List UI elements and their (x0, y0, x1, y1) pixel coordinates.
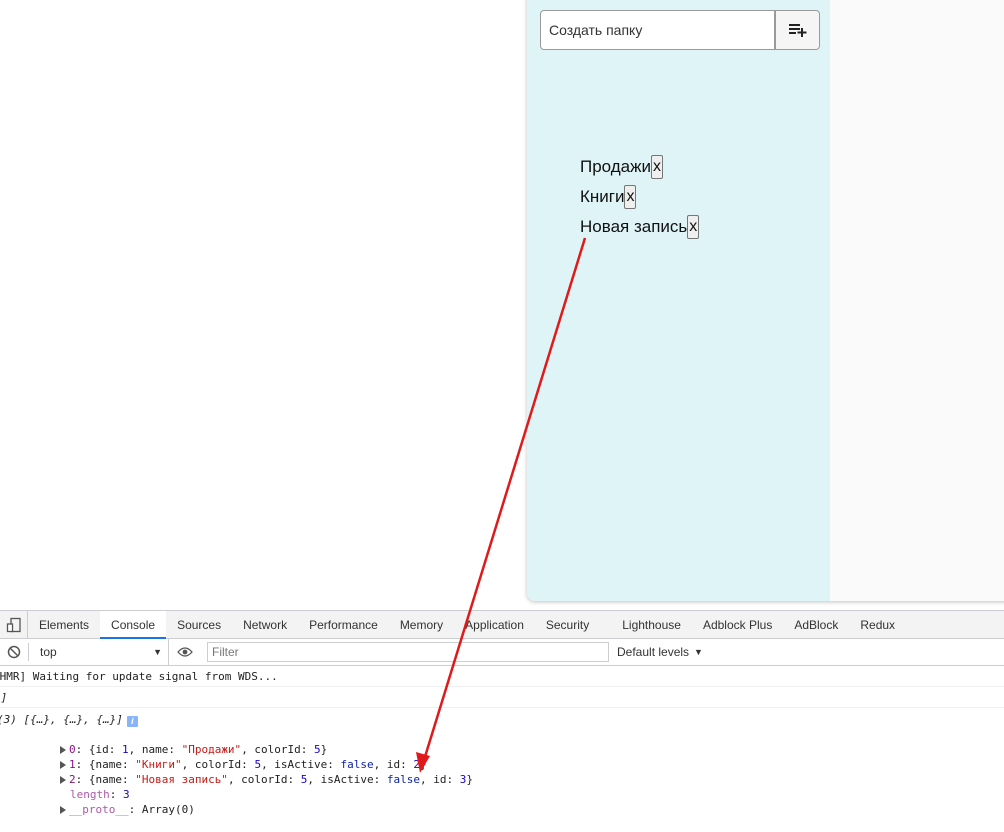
entry-index: 1 (68, 758, 76, 771)
tab-sources[interactable]: Sources (166, 611, 232, 638)
property-value: 3 (122, 788, 130, 801)
console-message-text: [HMR] Waiting for update signal from WDS… (0, 670, 278, 683)
folders-card: Продажиx Книгиx Новая записьx (527, 0, 1004, 601)
clear-console-icon[interactable] (0, 639, 28, 666)
tab-adblock[interactable]: AdBlock (783, 611, 849, 638)
entry-string: "Новая запись" (135, 773, 228, 786)
expand-triangle-icon[interactable] (59, 776, 66, 784)
delete-folder-button[interactable]: x (687, 215, 700, 239)
entry-text: : {id: (75, 743, 122, 756)
devtools-panel: Elements Console Sources Network Perform… (0, 610, 1004, 816)
entry-boolean: false (386, 773, 421, 786)
console-message: [] (0, 687, 1004, 708)
expand-triangle-icon[interactable] (59, 746, 66, 754)
console-filter-input[interactable] (207, 642, 609, 662)
folder-name[interactable]: Новая запись (580, 217, 687, 237)
array-entry-row[interactable]: 0: {id: 1, name: "Продажи", colorId: 5} (0, 727, 1004, 756)
device-toggle-icon[interactable] (0, 611, 28, 638)
create-folder-row (540, 10, 820, 50)
property-key: length (69, 788, 110, 801)
dropdown-arrow-icon: ▼ (694, 647, 703, 657)
folder-item[interactable]: Книги x (580, 182, 699, 212)
info-icon: i (126, 716, 138, 727)
entry-text: } (420, 758, 427, 771)
entry-boolean: false (340, 758, 374, 771)
log-levels-dropdown[interactable]: Default levels ▼ (617, 645, 703, 659)
tab-application[interactable]: Application (454, 611, 535, 638)
folders-sidebar: Продажиx Книгиx Новая записьx (527, 0, 830, 601)
log-levels-label: Default levels (617, 645, 690, 659)
console-toolbar: top ▼ Default levels ▼ (0, 638, 1004, 666)
entry-index: 2 (68, 773, 76, 786)
console-output: [HMR] Waiting for update signal from WDS… (0, 666, 1004, 816)
console-message-text: [] (0, 691, 8, 704)
tab-redux[interactable]: Redux (849, 611, 906, 638)
array-summary: (3) [{…}, {…}, {…}] (0, 713, 123, 726)
dropdown-arrow-icon: ▼ (153, 647, 162, 657)
tab-elements[interactable]: Elements (28, 611, 100, 638)
entry-string: "Продажи" (181, 743, 242, 756)
expand-triangle-icon[interactable] (59, 806, 66, 814)
console-message: [HMR] Waiting for update signal from WDS… (0, 666, 1004, 687)
property-colon: : (109, 788, 123, 801)
folder-name[interactable]: Книги (580, 187, 624, 207)
delete-folder-button[interactable]: x (651, 155, 663, 179)
entry-text: , isActive: (261, 758, 341, 771)
context-value: top (40, 645, 57, 659)
expand-triangle-icon[interactable] (59, 761, 66, 769)
entry-number: 5 (314, 743, 321, 756)
tab-console[interactable]: Console (100, 611, 167, 639)
tab-adblock-plus[interactable]: Adblock Plus (692, 611, 783, 638)
entry-text: , name: (128, 743, 182, 756)
property-key: __proto__ (68, 803, 129, 816)
entry-text: , colorId: (241, 743, 315, 756)
context-selector[interactable]: top ▼ (29, 638, 169, 666)
property-value: Array(0) (141, 803, 195, 816)
devtools-tab-bar: Elements Console Sources Network Perform… (0, 611, 1004, 639)
create-folder-input[interactable] (540, 10, 775, 50)
array-summary-row[interactable]: (3) [{…}, {…}, {…}] i (0, 712, 1004, 727)
array-proto-row[interactable]: __proto__: Array(0) (0, 787, 1004, 816)
tab-network[interactable]: Network (232, 611, 298, 638)
entry-number: 1 (121, 743, 129, 756)
playlist-add-icon (788, 24, 806, 37)
app-viewport: Продажиx Книгиx Новая записьx (0, 0, 1004, 610)
console-array-group: (3) [{…}, {…}, {…}] i 0: {id: 1, name: "П… (0, 708, 1004, 816)
tab-lighthouse[interactable]: Lighthouse (600, 611, 692, 638)
live-expression-eye-icon[interactable] (169, 639, 201, 666)
entry-text: , id: (373, 758, 414, 771)
tab-security[interactable]: Security (535, 611, 600, 638)
entry-text: : {name: (75, 773, 136, 786)
property-colon: : (128, 803, 142, 816)
folder-name[interactable]: Продажи (580, 157, 651, 177)
entry-text: , colorId: (181, 758, 255, 771)
folder-list: Продажи x Книги x Новая запись x (580, 152, 700, 242)
tab-performance[interactable]: Performance (298, 611, 389, 638)
add-folder-button[interactable] (775, 10, 820, 50)
entry-text: , isActive: (307, 773, 387, 786)
entry-string: "Книги" (135, 758, 182, 771)
folder-item[interactable]: Продажи x (580, 152, 699, 182)
entry-index: 0 (68, 743, 76, 756)
folder-item[interactable]: Новая запись x (580, 212, 700, 242)
entry-text: , id: (420, 773, 460, 786)
entry-text: , colorId: (227, 773, 301, 786)
delete-folder-button[interactable]: x (624, 185, 637, 209)
entry-text: } (320, 743, 328, 756)
tab-memory[interactable]: Memory (389, 611, 454, 638)
entry-text: } (466, 773, 474, 786)
entry-text: : {name: (75, 758, 136, 771)
